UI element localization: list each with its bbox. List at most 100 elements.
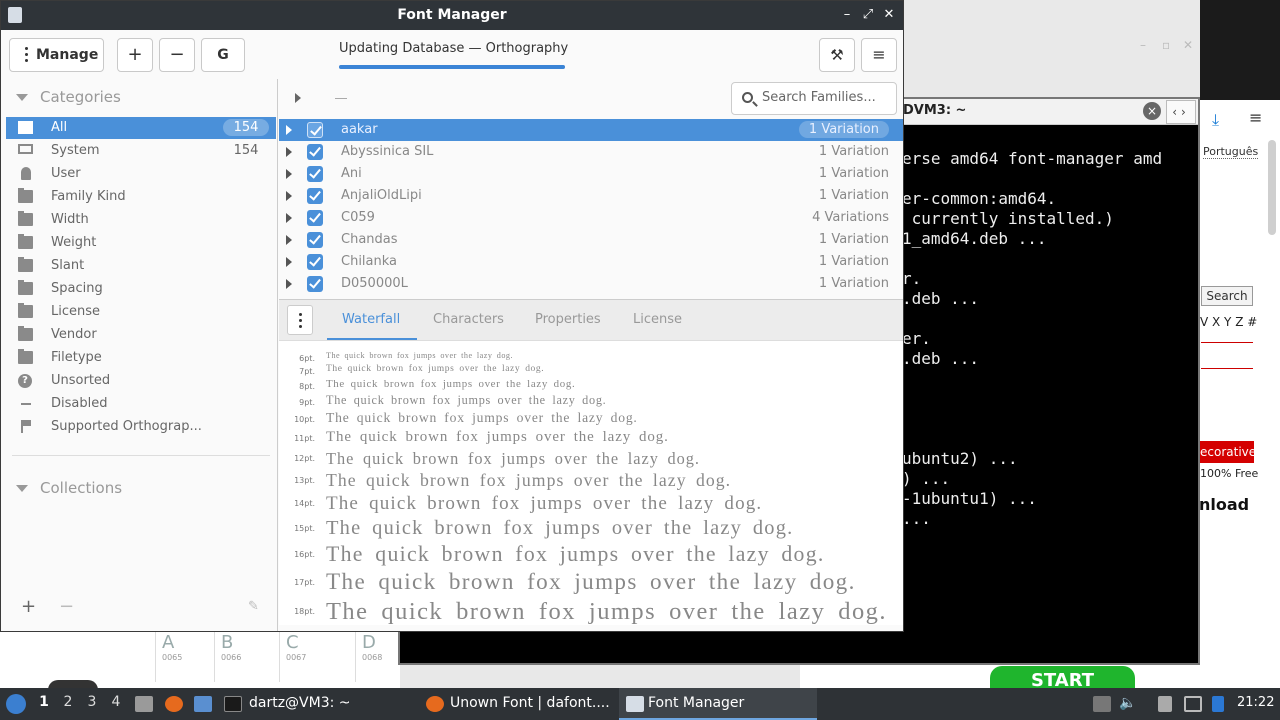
collections-header[interactable]: Collections	[16, 479, 122, 497]
task-terminal[interactable]: dartz@VM3: ~	[249, 695, 351, 711]
decorative-tag[interactable]: ecorative	[1196, 441, 1254, 463]
expander-icon	[16, 94, 28, 101]
expander-icon[interactable]	[286, 279, 292, 289]
sidebar-item-weight[interactable]: Weight	[6, 232, 276, 254]
google-fonts-button[interactable]: G	[201, 38, 245, 72]
waterfall-preview[interactable]: 6pt. The quick brown fox jumps over the l…	[279, 341, 903, 625]
sidebar-item-disabled[interactable]: Disabled	[6, 393, 276, 415]
expander-icon[interactable]	[286, 213, 292, 223]
workspace-1[interactable]: 1	[34, 694, 54, 710]
collapse-all-icon[interactable]	[335, 98, 347, 99]
preview-menu-button[interactable]	[287, 305, 313, 335]
sidebar-item-width[interactable]: Width	[6, 209, 276, 231]
firefox-icon[interactable]	[165, 696, 183, 712]
sidebar-item-system[interactable]: System 154	[6, 140, 276, 162]
start-button[interactable]: START	[990, 666, 1135, 688]
remove-collection-button[interactable]: −	[59, 596, 74, 617]
clipboard-icon[interactable]	[1158, 696, 1172, 712]
display-icon[interactable]	[1184, 696, 1202, 712]
bg-maximize-icon[interactable]: ▫	[1162, 38, 1170, 52]
font-row[interactable]: Chilanka 1 Variation	[279, 251, 903, 273]
file-manager-icon[interactable]	[135, 696, 153, 712]
tab-properties[interactable]: Properties	[535, 312, 601, 327]
enabled-checkbox[interactable]	[307, 232, 323, 248]
enabled-checkbox[interactable]	[307, 210, 323, 226]
add-fonts-button[interactable]: +	[117, 38, 153, 72]
language-link[interactable]: Português	[1203, 145, 1259, 159]
eject-icon[interactable]	[1093, 696, 1111, 712]
glyph-cell[interactable]: A 0065	[155, 632, 215, 682]
minimize-icon[interactable]: –	[839, 7, 855, 22]
tab-waterfall[interactable]: Waterfall	[342, 312, 400, 327]
site-search-button[interactable]: Search	[1201, 286, 1253, 306]
remove-fonts-button[interactable]: −	[159, 38, 195, 72]
terminal-close-icon[interactable]: ×	[1143, 102, 1161, 120]
expander-icon[interactable]	[286, 235, 292, 245]
sample-text: The quick brown fox jumps over the lazy …	[326, 542, 825, 567]
workspace-2[interactable]: 2	[58, 694, 78, 710]
start-menu-icon[interactable]	[6, 694, 26, 714]
terminal-tab-nav[interactable]: ‹›	[1166, 100, 1196, 124]
maximize-icon[interactable]: ⤢	[860, 7, 876, 22]
sidebar-item-license[interactable]: License	[6, 301, 276, 323]
tab-license[interactable]: License	[633, 312, 682, 327]
sidebar-item-all[interactable]: All 154	[6, 117, 276, 139]
font-row[interactable]: C059 4 Variations	[279, 207, 903, 229]
font-row[interactable]: Ani 1 Variation	[279, 163, 903, 185]
expander-icon[interactable]	[286, 257, 292, 267]
font-row[interactable]: Abyssinica SIL 1 Variation	[279, 141, 903, 163]
volume-icon[interactable]: 🔈	[1119, 695, 1136, 711]
tab-characters[interactable]: Characters	[433, 312, 504, 327]
expander-icon[interactable]	[286, 125, 292, 135]
font-row[interactable]: aakar 1 Variation	[279, 119, 903, 141]
close-icon[interactable]: ✕	[881, 7, 897, 22]
enabled-checkbox[interactable]	[307, 122, 323, 138]
enabled-checkbox[interactable]	[307, 188, 323, 204]
download-icon[interactable]: ⤓	[1212, 110, 1219, 130]
sidebar-item-user[interactable]: User	[6, 163, 276, 185]
enabled-checkbox[interactable]	[307, 166, 323, 182]
search-input[interactable]	[762, 90, 890, 105]
title-bar[interactable]: Font Manager – ⤢ ✕	[1, 1, 903, 30]
task-font-manager[interactable]: Font Manager	[648, 695, 744, 711]
bg-minimize-icon[interactable]: –	[1140, 38, 1146, 52]
manage-button[interactable]: Manage	[9, 38, 104, 72]
workspace-4[interactable]: 4	[106, 694, 126, 710]
add-collection-button[interactable]: +	[21, 596, 36, 617]
update-icon[interactable]	[1212, 696, 1224, 712]
sidebar-item-unsorted[interactable]: ? Unsorted	[6, 370, 276, 392]
tools-button[interactable]: ⚒	[819, 38, 855, 72]
font-row[interactable]: Chandas 1 Variation	[279, 229, 903, 251]
expander-icon[interactable]	[286, 169, 292, 179]
font-row[interactable]: D050000L 1 Variation	[279, 273, 903, 295]
browser-scrollbar[interactable]	[1268, 140, 1276, 235]
expand-all-icon[interactable]	[295, 93, 301, 103]
font-row[interactable]: AnjaliOldLipi 1 Variation	[279, 185, 903, 207]
enabled-checkbox[interactable]	[307, 254, 323, 270]
show-desktop-icon[interactable]	[194, 696, 212, 712]
sidebar-item-filetype[interactable]: Filetype	[6, 347, 276, 369]
categories-header[interactable]: Categories	[16, 88, 121, 106]
sidebar-item-vendor[interactable]: Vendor	[6, 324, 276, 346]
sidebar-item-family-kind[interactable]: Family Kind	[6, 186, 276, 208]
glyph-letter: A	[162, 632, 175, 653]
sidebar-item-slant[interactable]: Slant	[6, 255, 276, 277]
enabled-checkbox[interactable]	[307, 276, 323, 292]
glyph-cell[interactable]: B 0066	[214, 632, 274, 682]
alphabet-nav[interactable]: V X Y Z #	[1200, 315, 1257, 329]
bg-close-icon[interactable]: ✕	[1183, 38, 1193, 52]
main-menu-button[interactable]: ≡	[861, 38, 897, 72]
glyph-cell[interactable]: C 0067	[279, 632, 339, 682]
download-link[interactable]: nload	[1199, 495, 1249, 514]
edit-collection-icon[interactable]: ✎	[248, 599, 259, 614]
sample-text: The quick brown fox jumps over the lazy …	[326, 393, 607, 408]
task-browser[interactable]: Unown Font | dafont....	[450, 695, 610, 711]
workspace-3[interactable]: 3	[82, 694, 102, 710]
expander-icon[interactable]	[286, 191, 292, 201]
enabled-checkbox[interactable]	[307, 144, 323, 160]
browser-menu-icon[interactable]: ≡	[1249, 108, 1262, 127]
sidebar-item-supported-orthograp[interactable]: Supported Orthograp...	[6, 416, 276, 438]
expander-icon[interactable]	[286, 147, 292, 157]
sidebar-item-spacing[interactable]: Spacing	[6, 278, 276, 300]
search-families[interactable]	[731, 82, 897, 115]
